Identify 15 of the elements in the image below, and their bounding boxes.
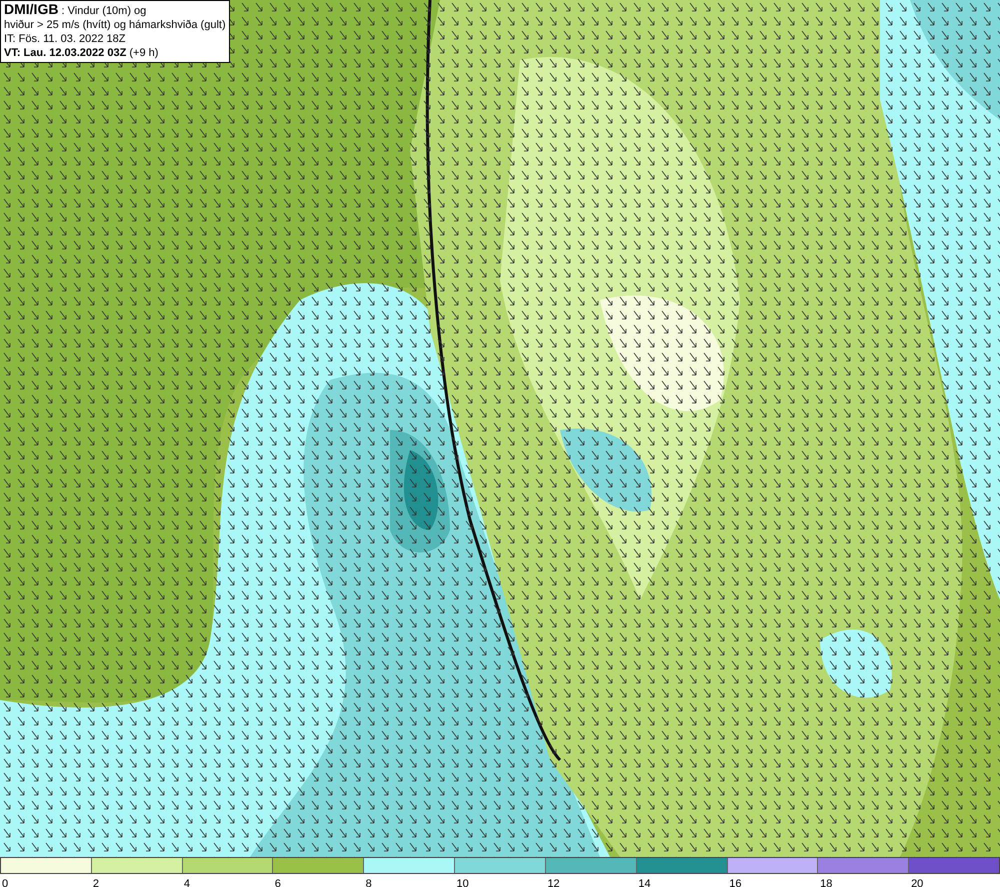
info-text: IT: Fös. 11. 03. 2022 18Z xyxy=(4,32,126,46)
legend-label: 0 xyxy=(2,878,8,887)
legend-label: 18 xyxy=(820,878,832,887)
legend-label: 14 xyxy=(638,878,651,887)
info-text: VT: Lau. 12.03.2022 03Z (+9 h) xyxy=(4,46,160,60)
legend-label: 6 xyxy=(274,878,281,887)
info-text: DMI/IGB : Vindur (10m) og xyxy=(4,2,148,18)
info-text: hviður > 25 m/s (hvítt) og hámarkshviða (gult) xyxy=(4,18,226,32)
legend-label: 20 xyxy=(911,878,924,887)
legend-label: 10 xyxy=(456,878,469,887)
legend-label: 16 xyxy=(729,878,742,887)
legend-label: 12 xyxy=(547,878,560,887)
legend-label: 4 xyxy=(184,878,190,887)
legend-label: 2 xyxy=(92,878,100,887)
legend-label: 8 xyxy=(366,878,372,887)
